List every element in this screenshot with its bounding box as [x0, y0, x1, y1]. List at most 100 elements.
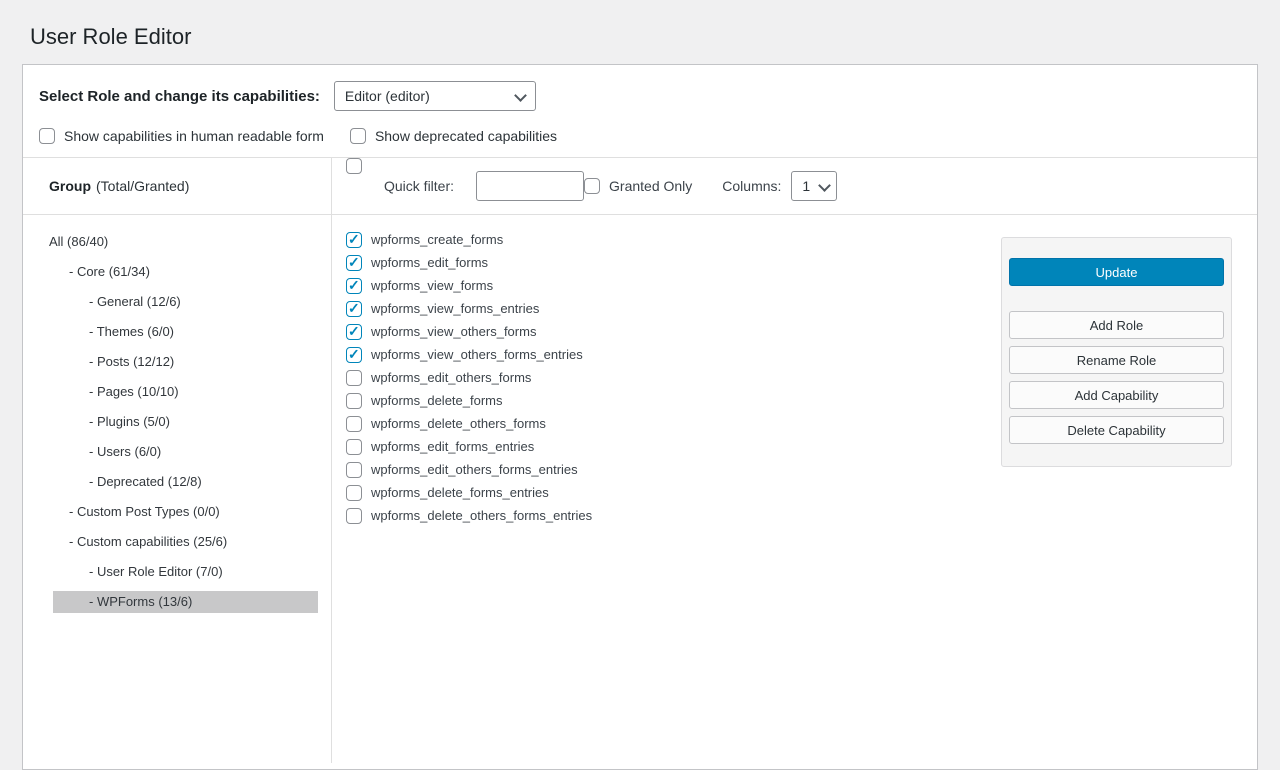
- update-button[interactable]: Update: [1009, 258, 1224, 286]
- group-item-label: - Users (6/0): [89, 444, 161, 459]
- capability-label: wpforms_edit_forms: [371, 255, 488, 270]
- role-select-wrap: Editor (editor): [334, 81, 536, 111]
- capability-row[interactable]: wpforms_create_forms: [346, 228, 989, 251]
- quick-filter-label: Quick filter:: [384, 178, 454, 194]
- capability-checkbox[interactable]: [346, 370, 362, 386]
- capability-row[interactable]: wpforms_view_forms_entries: [346, 297, 989, 320]
- group-item[interactable]: All (86/40): [23, 227, 331, 257]
- group-item-label: - WPForms (13/6): [89, 594, 192, 609]
- capability-row[interactable]: wpforms_delete_forms_entries: [346, 481, 989, 504]
- capability-row[interactable]: wpforms_delete_others_forms_entries: [346, 504, 989, 527]
- capability-label: wpforms_delete_forms: [371, 393, 503, 408]
- filter-bar: Group (Total/Granted) Quick filter: Gran…: [23, 157, 1257, 215]
- capability-row[interactable]: wpforms_view_others_forms: [346, 320, 989, 343]
- main-area: All (86/40) - Core (61/34) - General (12…: [23, 215, 1257, 763]
- group-item-label: - Custom Post Types (0/0): [69, 504, 220, 519]
- columns-label: Columns:: [722, 178, 781, 194]
- group-item[interactable]: - Users (6/0): [23, 437, 331, 467]
- capabilities-list: wpforms_create_forms wpforms_edit_forms …: [332, 215, 989, 527]
- group-item[interactable]: - Deprecated (12/8): [23, 467, 331, 497]
- capability-checkbox[interactable]: [346, 301, 362, 317]
- capabilities-area: wpforms_create_forms wpforms_edit_forms …: [332, 215, 1257, 763]
- capability-label: wpforms_edit_others_forms_entries: [371, 462, 578, 477]
- deprecated-checkbox[interactable]: [350, 128, 366, 144]
- select-all-checkbox[interactable]: [346, 158, 362, 174]
- role-select[interactable]: Editor (editor): [334, 81, 536, 111]
- rename-role-button[interactable]: Rename Role: [1009, 346, 1224, 374]
- capability-row[interactable]: wpforms_delete_forms: [346, 389, 989, 412]
- capability-row[interactable]: wpforms_edit_forms_entries: [346, 435, 989, 458]
- capability-checkbox[interactable]: [346, 393, 362, 409]
- select-role-label: Select Role and change its capabilities:: [39, 88, 320, 105]
- capability-row[interactable]: wpforms_delete_others_forms: [346, 412, 989, 435]
- capability-label: wpforms_delete_others_forms_entries: [371, 508, 592, 523]
- capability-label: wpforms_edit_forms_entries: [371, 439, 534, 454]
- capability-checkbox[interactable]: [346, 255, 362, 271]
- group-item[interactable]: - Custom capabilities (25/6): [23, 527, 331, 557]
- groups-sidebar: All (86/40) - Core (61/34) - General (12…: [23, 215, 332, 763]
- delete-capability-button[interactable]: Delete Capability: [1009, 416, 1224, 444]
- group-item[interactable]: - Pages (10/10): [23, 377, 331, 407]
- capability-checkbox[interactable]: [346, 347, 362, 363]
- group-item-label: - Deprecated (12/8): [89, 474, 202, 489]
- capability-checkbox[interactable]: [346, 439, 362, 455]
- page: User Role Editor Select Role and change …: [0, 0, 1280, 770]
- group-item-label: - Pages (10/10): [89, 384, 179, 399]
- capability-label: wpforms_view_forms: [371, 278, 493, 293]
- capability-checkbox[interactable]: [346, 508, 362, 524]
- capability-label: wpforms_view_forms_entries: [371, 301, 539, 316]
- capability-checkbox[interactable]: [346, 324, 362, 340]
- human-readable-label: Show capabilities in human readable form: [64, 128, 324, 144]
- granted-only-checkbox[interactable]: [584, 178, 600, 194]
- group-item[interactable]: - Core (61/34): [23, 257, 331, 287]
- add-role-button[interactable]: Add Role: [1009, 311, 1224, 339]
- group-header: Group (Total/Granted): [23, 158, 332, 214]
- capability-label: wpforms_delete_forms_entries: [371, 485, 549, 500]
- columns-select-wrap: 1: [791, 171, 837, 201]
- group-item[interactable]: - WPForms (13/6): [23, 587, 331, 617]
- add-capability-button[interactable]: Add Capability: [1009, 381, 1224, 409]
- capability-checkbox[interactable]: [346, 416, 362, 432]
- page-title: User Role Editor: [30, 24, 1258, 50]
- capability-row[interactable]: wpforms_view_others_forms_entries: [346, 343, 989, 366]
- role-bar: Select Role and change its capabilities:…: [23, 65, 1257, 157]
- capability-checkbox[interactable]: [346, 485, 362, 501]
- capability-label: wpforms_view_others_forms_entries: [371, 347, 583, 362]
- filter-controls: Quick filter: Granted Only Columns: 1: [332, 158, 1257, 214]
- group-item-label: - Posts (12/12): [89, 354, 174, 369]
- human-readable-toggle[interactable]: Show capabilities in human readable form: [39, 128, 324, 144]
- group-header-hint: (Total/Granted): [96, 178, 189, 194]
- group-item[interactable]: - Themes (6/0): [23, 317, 331, 347]
- actions-panel: Update Add Role Rename Role Add Capabili…: [1001, 237, 1232, 467]
- group-item[interactable]: - Plugins (5/0): [23, 407, 331, 437]
- human-readable-checkbox[interactable]: [39, 128, 55, 144]
- capability-checkbox[interactable]: [346, 278, 362, 294]
- capability-checkbox[interactable]: [346, 462, 362, 478]
- group-item-label: - Custom capabilities (25/6): [69, 534, 227, 549]
- deprecated-label: Show deprecated capabilities: [375, 128, 557, 144]
- group-item[interactable]: - User Role Editor (7/0): [23, 557, 331, 587]
- capability-checkbox[interactable]: [346, 232, 362, 248]
- capability-label: wpforms_create_forms: [371, 232, 503, 247]
- capability-label: wpforms_view_others_forms: [371, 324, 536, 339]
- group-item-label: - Themes (6/0): [89, 324, 174, 339]
- group-item[interactable]: - Custom Post Types (0/0): [23, 497, 331, 527]
- group-item[interactable]: - Posts (12/12): [23, 347, 331, 377]
- capability-row[interactable]: wpforms_edit_others_forms_entries: [346, 458, 989, 481]
- group-item-label: - User Role Editor (7/0): [89, 564, 223, 579]
- group-item-label: All (86/40): [49, 234, 108, 249]
- group-item[interactable]: - General (12/6): [23, 287, 331, 317]
- capability-row[interactable]: wpforms_edit_others_forms: [346, 366, 989, 389]
- capability-row[interactable]: wpforms_edit_forms: [346, 251, 989, 274]
- capability-label: wpforms_delete_others_forms: [371, 416, 546, 431]
- columns-select[interactable]: 1: [791, 171, 837, 201]
- deprecated-toggle[interactable]: Show deprecated capabilities: [350, 128, 557, 144]
- group-item-label: - General (12/6): [89, 294, 181, 309]
- group-item-label: - Core (61/34): [69, 264, 150, 279]
- capability-row[interactable]: wpforms_view_forms: [346, 274, 989, 297]
- group-header-label: Group: [49, 178, 91, 194]
- granted-only-label: Granted Only: [609, 178, 692, 194]
- capability-label: wpforms_edit_others_forms: [371, 370, 531, 385]
- quick-filter-input[interactable]: [476, 171, 584, 201]
- group-item-label: - Plugins (5/0): [89, 414, 170, 429]
